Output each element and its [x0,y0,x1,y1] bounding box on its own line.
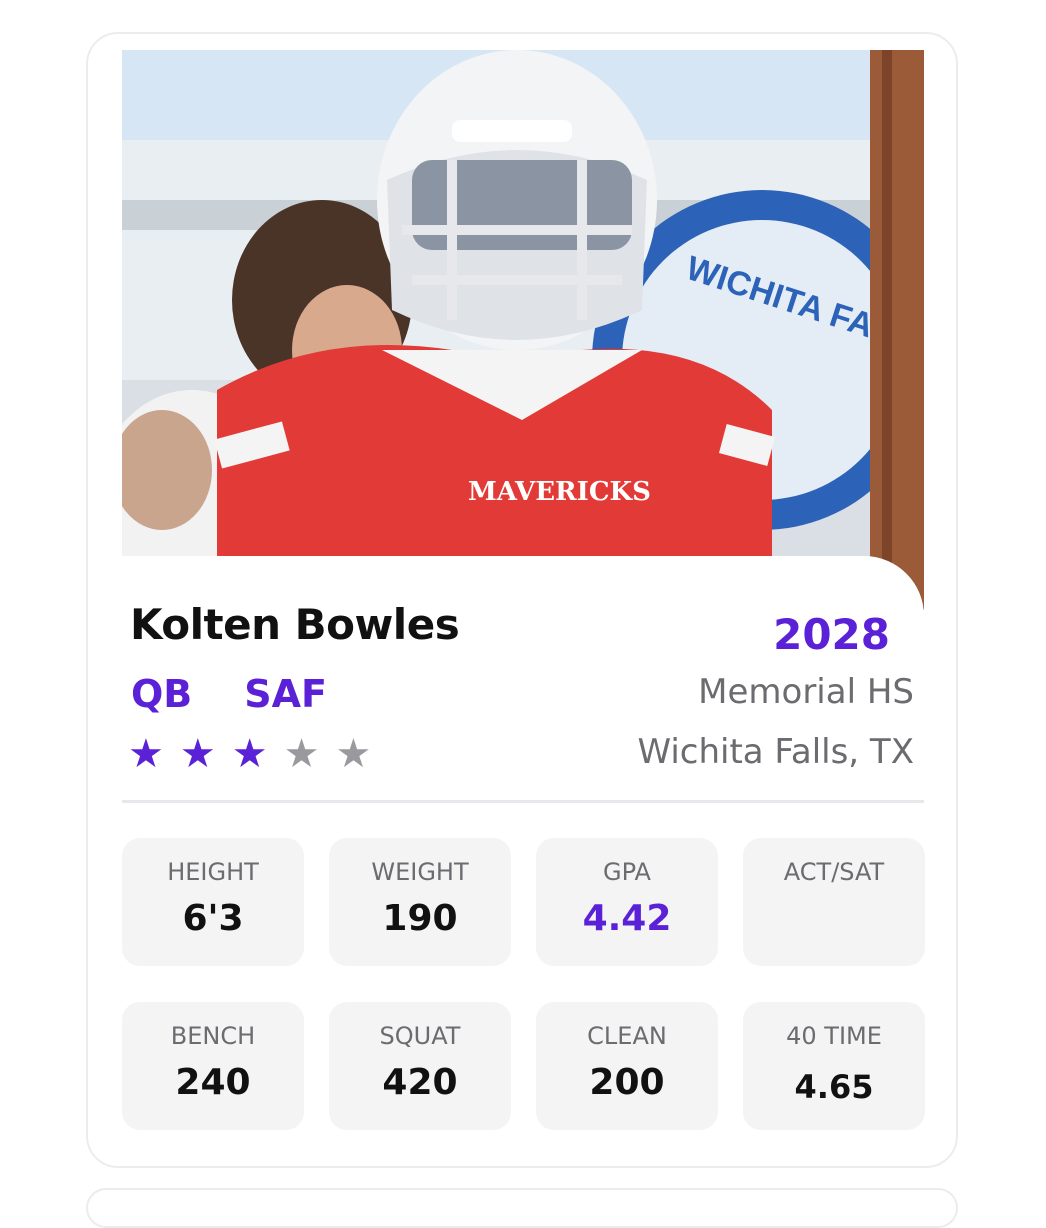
star-rating: ★ ★ ★ ★ ★ [128,734,371,774]
stat-clean: CLEAN 200 [536,1002,718,1130]
player-photo: WICHITA FA MAVERICKS [122,50,924,610]
stat-40-time: 40 TIME 4.65 [743,1002,925,1130]
stat-height: HEIGHT 6'3 [122,838,304,966]
position-saf: SAF [244,672,328,716]
star-icon: ★ [283,732,320,776]
stat-value: 6'3 [182,898,244,939]
stat-label: 40 TIME [786,1022,882,1050]
stat-value: 190 [382,898,458,939]
jersey-text: MAVERICKS [468,477,651,507]
stat-label: WEIGHT [371,858,469,886]
stat-label: SQUAT [379,1022,461,1050]
stat-act-sat: ACT/SAT [743,838,925,966]
star-icon: ★ [231,732,268,776]
stat-value: 4.65 [794,1068,874,1106]
star-icon: ★ [128,732,164,776]
next-player-card[interactable] [86,1188,958,1228]
stats-grid: HEIGHT 6'3 WEIGHT 190 GPA 4.42 ACT/SAT B… [122,838,925,1130]
star-icon: ★ [179,732,216,776]
stat-label: BENCH [170,1022,256,1050]
stat-gpa: GPA 4.42 [536,838,718,966]
stat-weight: WEIGHT 190 [329,838,511,966]
location: Wichita Falls, TX [637,732,914,772]
stat-label: GPA [603,858,651,886]
class-year: 2028 [773,610,890,659]
stat-label: HEIGHT [167,858,259,886]
divider [122,800,924,803]
stat-label: CLEAN [587,1022,667,1050]
school-name: Memorial HS [698,672,914,712]
stat-bench: BENCH 240 [122,1002,304,1130]
stat-value: 200 [589,1062,665,1103]
stat-squat: SQUAT 420 [329,1002,511,1130]
positions: QB SAF [131,672,327,716]
position-qb: QB [131,672,193,716]
stat-label: ACT/SAT [783,858,885,886]
player-name: Kolten Bowles [130,600,460,649]
stat-value: 4.42 [582,898,672,939]
star-icon: ★ [335,732,372,776]
stat-value: 420 [382,1062,458,1103]
stat-value: 240 [175,1062,251,1103]
